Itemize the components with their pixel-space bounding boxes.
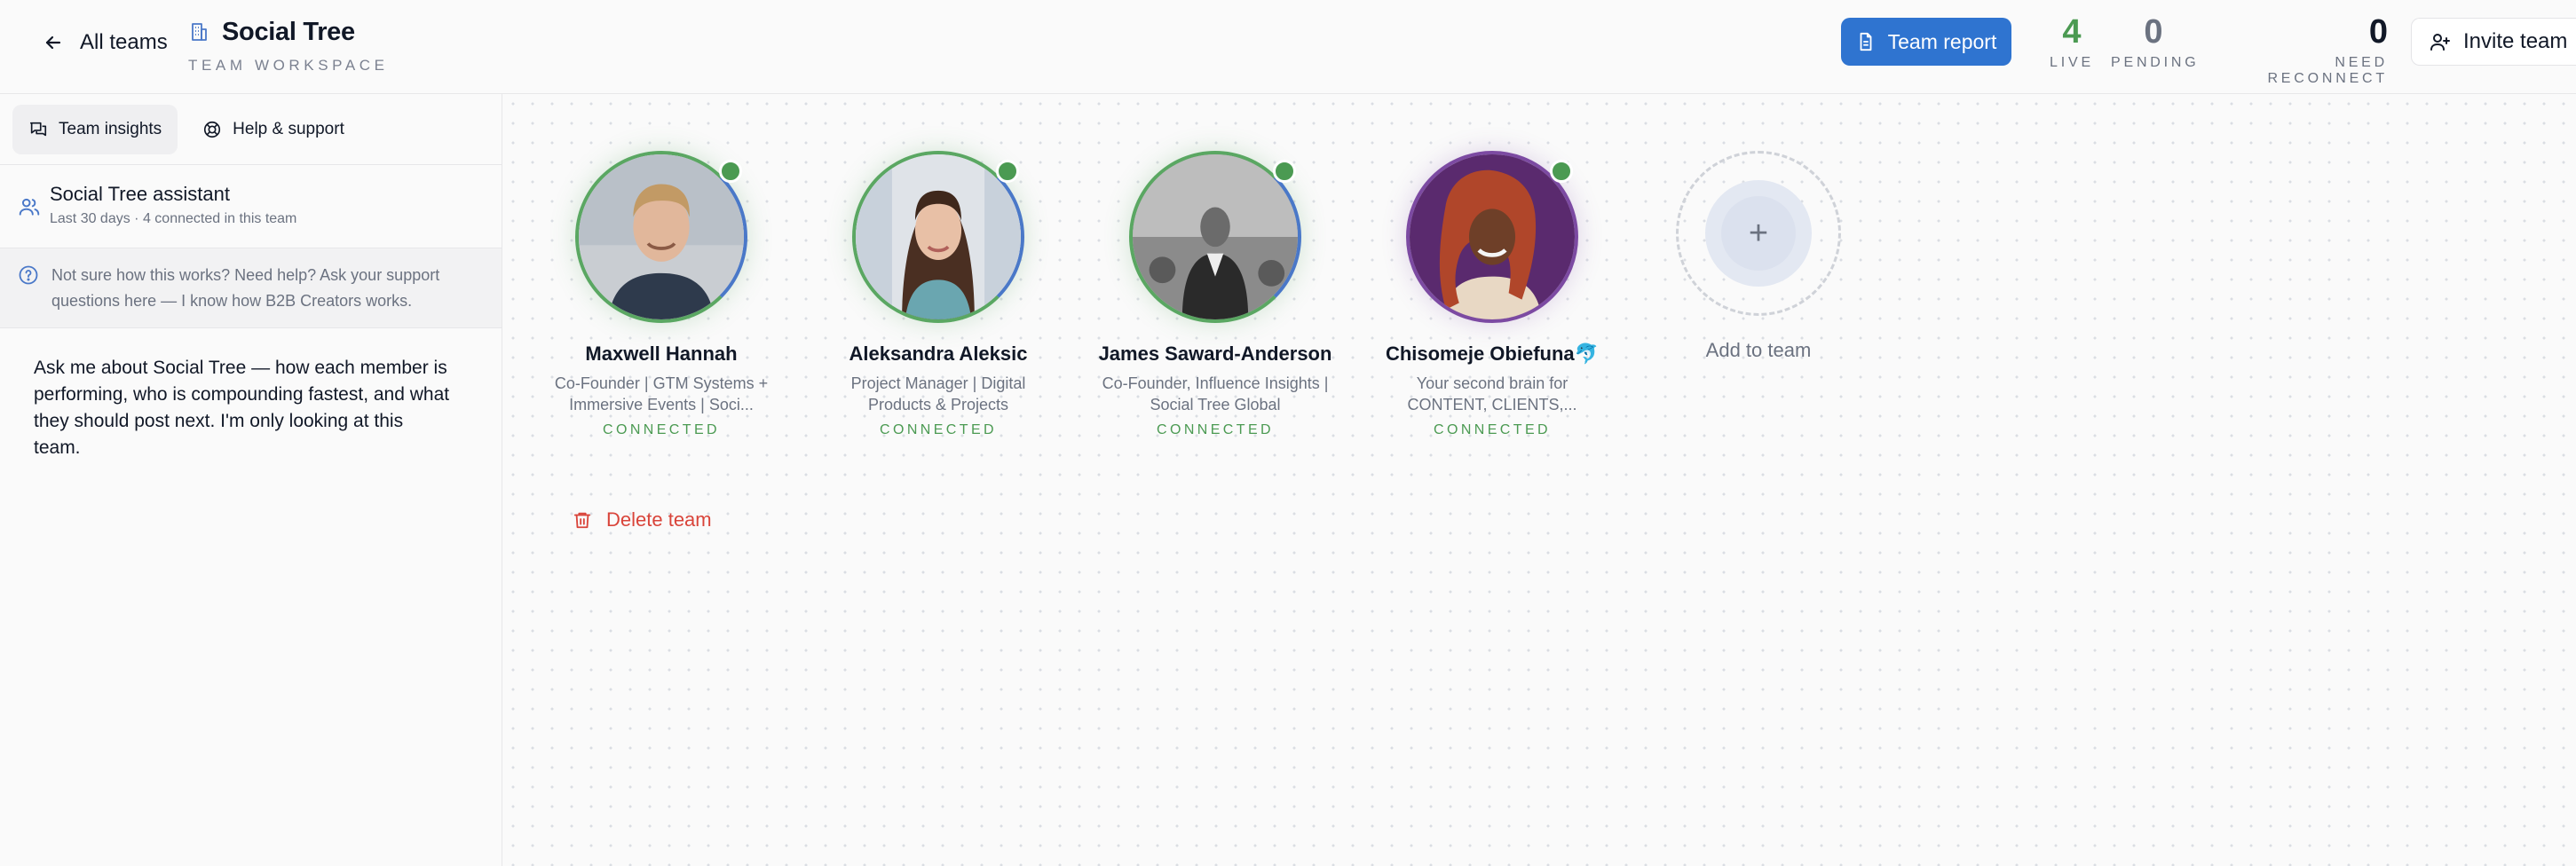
delete-team-button[interactable]: Delete team: [573, 502, 712, 538]
add-to-team-button[interactable]: +: [1676, 151, 1841, 316]
invite-team-button[interactable]: Invite team: [2411, 18, 2576, 66]
assistant-subtitle: Last 30 days · 4 connected in this team: [50, 211, 297, 226]
member-name: Maxwell Hannah: [585, 342, 738, 365]
member-card[interactable]: Maxwell Hannah Co-Founder | GTM Systems …: [528, 151, 794, 438]
member-headline: Project Manager | Digital Products & Pro…: [850, 374, 1026, 413]
assistant-header: Social Tree assistant Last 30 days · 4 c…: [0, 165, 502, 248]
member-headline: Your second brain for CONTENT, CLIENTS,.…: [1407, 374, 1577, 413]
invite-team-label: Invite team: [2463, 29, 2568, 53]
member-photo: [579, 154, 744, 319]
help-notice-text: Not sure how this works? Need help? Ask …: [51, 266, 440, 310]
member-name: Aleksandra Aleksic: [849, 342, 1028, 365]
online-indicator: [719, 160, 742, 183]
member-card[interactable]: Chisomeje Obiefuna🐬 Your second brain fo…: [1359, 151, 1625, 438]
user-plus-icon: [2430, 34, 2450, 51]
member-photo: [856, 154, 1021, 319]
tab-help-support-label: Help & support: [233, 119, 344, 138]
member-status: CONNECTED: [880, 422, 997, 437]
back-link-label: All teams: [80, 30, 168, 54]
assistant-sidebar: Team insights Help & support Social Tree…: [0, 94, 502, 866]
lifebuoy-icon: [204, 121, 221, 138]
tab-team-insights-label: Team insights: [59, 119, 162, 138]
team-report-label: Team report: [1887, 29, 1997, 53]
all-teams-back-link[interactable]: All teams: [43, 25, 168, 60]
page-subtitle: TEAM WORKSPACE: [188, 57, 389, 74]
member-card[interactable]: James Saward-Anderson Co-Founder, Influe…: [1082, 151, 1348, 438]
member-photo: [1133, 154, 1298, 319]
page-title: Social Tree: [222, 17, 355, 46]
member-name: Chisomeje Obiefuna🐬: [1385, 342, 1600, 365]
online-indicator: [1550, 160, 1573, 183]
member-status: CONNECTED: [1157, 422, 1274, 437]
team-report-button[interactable]: Team report: [1841, 18, 2011, 66]
question-circle-icon: [19, 265, 38, 285]
member-card[interactable]: Aleksandra Aleksic Project Manager | Dig…: [805, 151, 1071, 438]
online-indicator: [1273, 160, 1296, 183]
member-status: CONNECTED: [603, 422, 720, 437]
sidebar-tabs: Team insights Help & support: [0, 94, 502, 165]
top-bar: All teams Social Tree TEAM WORKSPACE Tea…: [0, 0, 2576, 94]
team-canvas: Maxwell Hannah Co-Founder | GTM Systems …: [503, 94, 2576, 866]
stat-pending-label: PENDING: [2111, 55, 2200, 70]
add-to-team-card[interactable]: + Add to team: [1676, 151, 1841, 362]
stat-need-reconnect-label: NEED RECONNECT: [2267, 55, 2388, 86]
member-headline: Co-Founder | GTM Systems + Immersive Eve…: [554, 374, 769, 413]
tab-team-insights[interactable]: Team insights: [12, 104, 178, 154]
member-name: James Saward-Anderson: [1098, 342, 1332, 365]
users-icon: [19, 198, 40, 216]
stat-pending: 0 PENDING: [2111, 12, 2196, 71]
stat-need-reconnect: 0 NEED RECONNECT: [2219, 12, 2388, 87]
tab-help-support[interactable]: Help & support: [186, 105, 360, 154]
stat-live-label: LIVE: [2050, 55, 2094, 70]
online-indicator: [996, 160, 1019, 183]
add-to-team-label: Add to team: [1705, 339, 1812, 361]
member-photo: [1410, 154, 1575, 319]
chat-bubbles-icon: [29, 122, 47, 136]
stat-live: 4 LIVE: [2040, 12, 2104, 71]
member-headline: Co-Founder, Influence Insights | Social …: [1102, 374, 1329, 413]
help-notice: Not sure how this works? Need help? Ask …: [0, 248, 502, 328]
arrow-left-icon: [45, 35, 61, 50]
delete-team-label: Delete team: [606, 508, 712, 531]
building-icon: [192, 23, 207, 41]
stat-live-value: 4: [2062, 13, 2082, 51]
plus-icon: +: [1721, 196, 1796, 271]
team-heading: Social Tree TEAM WORKSPACE: [188, 16, 389, 75]
assistant-message: Ask me about Social Tree — how each memb…: [34, 358, 450, 458]
stat-need-reconnect-value: 0: [2368, 13, 2388, 51]
stat-pending-value: 0: [2144, 13, 2163, 51]
trash-icon: [573, 512, 591, 529]
member-status: CONNECTED: [1434, 422, 1551, 437]
assistant-title: Social Tree assistant: [50, 183, 230, 205]
document-icon: [1860, 32, 1872, 51]
